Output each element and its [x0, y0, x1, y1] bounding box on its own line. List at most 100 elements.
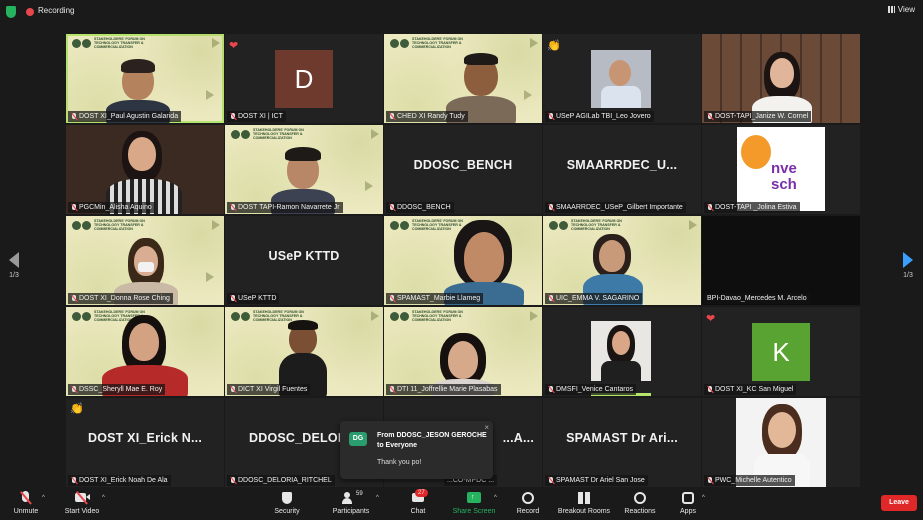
video-tile[interactable]: STAKEHOLDERS' FORUM ON TECHNOLOGY TRANSF…	[225, 307, 383, 396]
mic-muted-icon	[707, 113, 713, 120]
participants-count: 59	[356, 491, 363, 497]
participant-display-name: DOST XI_Erick N...	[87, 431, 203, 445]
close-icon[interactable]: ×	[484, 423, 489, 432]
heart-reaction-icon: ❤	[229, 40, 239, 52]
recording-icon	[26, 8, 34, 16]
chevron-right-icon	[903, 252, 913, 268]
video-tile[interactable]: 👏 DOST XI_Erick N... DOST XI_Erick Noah …	[66, 398, 224, 487]
forum-banner: STAKEHOLDERS' FORUM ON TECHNOLOGY TRANSF…	[549, 219, 646, 232]
participant-name: DOST XI | ICT	[227, 111, 286, 122]
mic-muted-icon	[230, 295, 236, 302]
participant-name: DSSC_Sheryll Mae E. Roy	[68, 384, 166, 395]
view-button[interactable]: View	[887, 5, 915, 14]
participant-name: DOST-TAPI _Jolina Estiva	[704, 202, 800, 213]
mic-muted-icon	[548, 295, 554, 302]
mic-muted-icon	[548, 386, 554, 393]
video-tile[interactable]: USeP KTTD USeP KTTD	[225, 216, 383, 305]
clapping-reaction-icon: 👏	[547, 40, 561, 52]
mic-muted-icon	[389, 295, 395, 302]
breakout-rooms-button[interactable]: Breakout Rooms	[555, 491, 613, 515]
chevron-up-icon[interactable]: ^	[702, 495, 705, 501]
video-tile[interactable]: SMAARRDEC_U... SMAARRDEC_USeP_Gilbert Im…	[543, 125, 701, 214]
next-page-button[interactable]: 1/3	[898, 252, 918, 279]
video-tile[interactable]: STAKEHOLDERS' FORUM ON TECHNOLOGY TRANSF…	[66, 216, 224, 305]
participant-name: PWC_Michelle Autentico	[704, 475, 795, 486]
video-tile[interactable]: STAKEHOLDERS' FORUM ON TECHNOLOGY TRANSF…	[66, 307, 224, 396]
video-tile[interactable]: BPI-Davao_Mercedes M. Arcelo	[702, 216, 860, 305]
video-tile[interactable]: STAKEHOLDERS' FORUM ON TECHNOLOGY TRANSF…	[384, 216, 542, 305]
chevron-left-icon	[9, 252, 19, 268]
mic-muted-icon	[71, 295, 77, 302]
video-tile[interactable]: DOST-TAPI_Janize W. Cornel	[702, 34, 860, 123]
mic-muted-icon	[71, 386, 77, 393]
mic-muted-icon	[230, 204, 236, 211]
chat-sender: From DDOSC_JESON GEROCHE to Everyone	[377, 432, 487, 449]
encryption-shield-icon[interactable]	[6, 6, 16, 18]
video-tile[interactable]: PGCMin_Alisha Aquino	[66, 125, 224, 214]
video-tile[interactable]: STAKEHOLDERS' FORUM ON TECHNOLOGY TRANSF…	[66, 34, 224, 123]
mic-muted-icon	[230, 113, 236, 120]
mic-muted-icon	[707, 386, 713, 393]
security-button[interactable]: Security	[268, 491, 306, 515]
video-tile[interactable]: 👏 USeP AGILab TBI_Leo Jovero	[543, 34, 701, 123]
leave-button[interactable]: Leave	[881, 495, 917, 511]
participants-button[interactable]: 59 Participants	[328, 491, 374, 515]
participant-video	[591, 321, 651, 381]
chat-button[interactable]: 27 Chat	[404, 489, 432, 515]
chat-bubble-icon: 27	[404, 489, 432, 505]
video-tile[interactable]: STAKEHOLDERS' FORUM ON TECHNOLOGY TRANSF…	[543, 216, 701, 305]
meeting-toolbar: Unmute ^ Start Video ^ Security 59 Parti…	[0, 488, 923, 520]
page-indicator-right: 1/3	[903, 272, 913, 279]
chevron-up-icon[interactable]: ^	[494, 495, 497, 501]
participant-name: DTI 11_Joffrellie Marie Plasabas	[386, 384, 501, 395]
chat-notification[interactable]: DG From DDOSC_JESON GEROCHE to Everyone …	[340, 421, 493, 479]
apps-icon	[674, 491, 702, 505]
video-tile[interactable]: PWC_Michelle Autentico	[702, 398, 860, 487]
record-button[interactable]: Record	[512, 491, 544, 515]
video-tile[interactable]: STAKEHOLDERS' FORUM ON TECHNOLOGY TRANSF…	[384, 34, 542, 123]
participant-name: USeP AGILab TBI_Leo Jovero	[545, 111, 654, 122]
previous-page-button[interactable]: 1/3	[4, 252, 24, 279]
sender-avatar: DG	[349, 432, 367, 446]
breakout-rooms-icon	[555, 491, 613, 505]
innovation-logo: nve sch	[737, 127, 825, 211]
clapping-reaction-icon: 👏	[70, 403, 84, 415]
video-tile[interactable]: STAKEHOLDERS' FORUM ON TECHNOLOGY TRANSF…	[225, 125, 383, 214]
share-screen-button[interactable]: ↑ Share Screen	[450, 491, 498, 515]
participant-name: USeP KTTD	[227, 293, 280, 304]
unmute-button[interactable]: Unmute	[10, 491, 42, 515]
video-tile[interactable]: DDOSC_BENCH DDOSC_BENCH	[384, 125, 542, 214]
participant-name: PGCMin_Alisha Aquino	[68, 202, 155, 213]
forum-banner: STAKEHOLDERS' FORUM ON TECHNOLOGY TRANSF…	[231, 128, 328, 141]
participant-name: CHED XI Randy Tudy	[386, 111, 468, 122]
participant-video	[591, 50, 651, 108]
chevron-up-icon[interactable]: ^	[102, 495, 105, 501]
video-tile[interactable]: DMSFI_Venice Cantaros	[543, 307, 701, 396]
participant-display-name: SPAMAST Dr Ari...	[566, 431, 678, 445]
apps-button[interactable]: Apps	[674, 491, 702, 515]
reactions-button[interactable]: Reactions	[622, 491, 658, 515]
video-tile[interactable]: nve sch DOST-TAPI _Jolina Estiva	[702, 125, 860, 214]
mic-muted-icon	[230, 477, 236, 484]
video-tile[interactable]: SPAMAST Dr Ari... SPAMAST Dr Ariel San J…	[543, 398, 701, 487]
lightbulb-icon	[741, 135, 771, 169]
recording-label: Recording	[38, 6, 75, 15]
chevron-up-icon[interactable]: ^	[376, 495, 379, 501]
forum-banner: STAKEHOLDERS' FORUM ON TECHNOLOGY TRANSF…	[390, 37, 487, 50]
mic-muted-icon	[71, 477, 77, 484]
video-tile[interactable]: STAKEHOLDERS' FORUM ON TECHNOLOGY TRANSF…	[384, 307, 542, 396]
mic-muted-icon	[71, 204, 77, 211]
forum-banner: STAKEHOLDERS' FORUM ON TECHNOLOGY TRANSF…	[390, 310, 487, 323]
start-video-button[interactable]: Start Video	[62, 491, 102, 515]
video-tile[interactable]: ❤ K DOST XI_KC San Miguel	[702, 307, 860, 396]
video-tile[interactable]: ❤ D DOST XI | ICT	[225, 34, 383, 123]
mic-muted-icon	[707, 477, 713, 484]
avatar: K	[752, 323, 810, 381]
mic-muted-icon	[389, 386, 395, 393]
heart-reaction-icon: ❤	[706, 313, 716, 325]
participant-name: DDOSC_DELORIA_RITCHEL	[227, 475, 335, 486]
chevron-up-icon[interactable]: ^	[42, 495, 45, 501]
participant-name: DOST XI_Paul Agustin Galarida	[68, 111, 182, 122]
mic-muted-icon	[548, 204, 554, 211]
meeting-topbar: Recording View	[0, 0, 923, 24]
